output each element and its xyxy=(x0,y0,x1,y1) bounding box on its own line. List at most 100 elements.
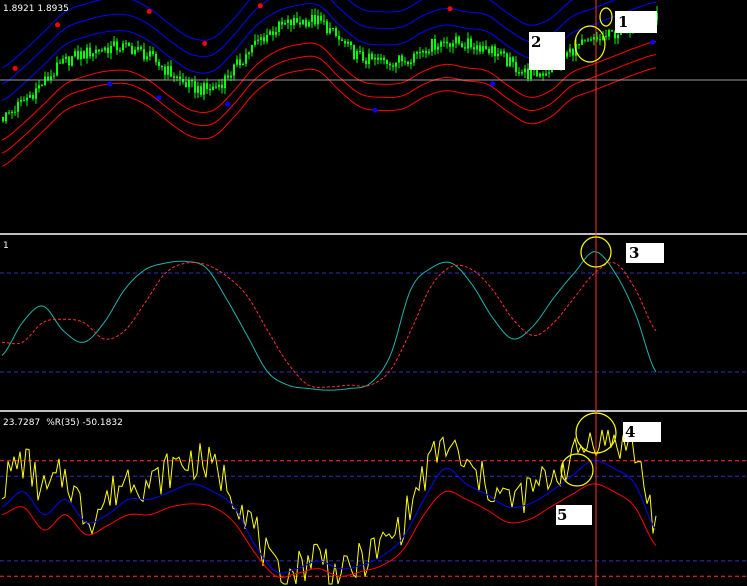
oscillator-label: 1 xyxy=(3,241,9,251)
candle-body xyxy=(569,48,571,53)
candle-body xyxy=(530,69,532,79)
candle-body xyxy=(227,75,229,78)
candle-body xyxy=(32,95,34,99)
candle-body xyxy=(524,68,526,73)
candle-body xyxy=(308,22,310,27)
candle-body xyxy=(272,31,274,35)
candle-body xyxy=(545,73,547,76)
annotation-1: 1 xyxy=(615,11,657,33)
candle-body xyxy=(590,39,592,41)
candle-body xyxy=(410,62,412,65)
signal-dot xyxy=(156,95,162,101)
candle-body xyxy=(38,85,40,89)
candle-body xyxy=(14,111,16,113)
candle-body xyxy=(464,47,466,49)
candle-body xyxy=(383,57,385,60)
candle-body xyxy=(581,39,583,45)
candle-body xyxy=(80,51,82,60)
candle-body xyxy=(203,83,205,95)
candle-body xyxy=(515,62,517,73)
candle-body xyxy=(377,57,379,60)
candle-body xyxy=(440,41,442,47)
candle-body xyxy=(503,51,505,54)
signal-dot xyxy=(490,81,495,87)
candle-body xyxy=(506,53,508,67)
candle-body xyxy=(260,37,262,40)
candle-body xyxy=(320,15,322,21)
candle-body xyxy=(539,73,541,77)
candle-body xyxy=(572,48,574,56)
candle-body xyxy=(365,60,367,64)
candle-body xyxy=(434,39,436,50)
candle-body xyxy=(617,34,619,39)
candle-body xyxy=(497,53,499,57)
candle-body xyxy=(56,62,58,76)
candle-body xyxy=(329,28,331,34)
candle-body xyxy=(275,31,277,35)
candle-body xyxy=(35,88,37,99)
candle-body xyxy=(431,39,433,52)
candle-body xyxy=(611,30,613,32)
chart-background xyxy=(0,0,747,586)
candle-body xyxy=(98,49,100,52)
candle-body xyxy=(8,112,10,114)
signal-dot xyxy=(107,81,113,87)
candle-body xyxy=(92,53,94,57)
candle-body xyxy=(53,75,55,77)
candle-body xyxy=(392,65,394,67)
candle-body xyxy=(29,95,31,98)
candle-body xyxy=(470,38,472,48)
candle-body xyxy=(161,66,163,67)
candle-body xyxy=(419,52,421,54)
candle-body xyxy=(179,76,181,79)
candle-body xyxy=(476,45,478,50)
candle-body xyxy=(197,86,199,93)
candle-body xyxy=(566,52,568,57)
signal-dot xyxy=(257,3,263,9)
candle-body xyxy=(119,50,121,52)
candle-body xyxy=(500,51,502,54)
candle-body xyxy=(368,53,370,65)
candle-body xyxy=(482,46,484,52)
candle-body xyxy=(332,28,334,29)
candle-body xyxy=(416,52,418,54)
candle-body xyxy=(149,51,151,57)
candle-body xyxy=(452,43,454,47)
candle-body xyxy=(458,36,460,44)
forex-chart: 1.8921 1.8935 1 23.7287 %R(35) -50.1832 1… xyxy=(0,0,747,586)
candle-body xyxy=(173,76,175,78)
candle-body xyxy=(248,52,250,55)
candle-body xyxy=(89,47,91,57)
candle-body xyxy=(254,40,256,45)
candle-body xyxy=(209,89,211,91)
candle-body xyxy=(362,51,364,61)
candle-body xyxy=(488,48,490,54)
candle-body xyxy=(548,72,550,74)
candle-body xyxy=(317,15,319,25)
candle-body xyxy=(449,43,451,47)
candle-body xyxy=(188,80,190,88)
candle-body xyxy=(257,39,259,41)
candle-body xyxy=(71,56,73,66)
candle-body xyxy=(41,85,43,87)
candle-body xyxy=(116,41,118,51)
candle-body xyxy=(5,112,7,122)
candle-body xyxy=(11,111,13,113)
candle-body xyxy=(605,36,607,38)
candle-body xyxy=(77,51,79,60)
candle-body xyxy=(389,63,391,66)
candle-body xyxy=(164,66,166,75)
candle-body xyxy=(86,47,88,59)
candle-body xyxy=(95,49,97,54)
candle-body xyxy=(485,46,487,49)
candle-body xyxy=(266,34,268,42)
candle-body xyxy=(281,21,283,25)
svg-text:2: 2 xyxy=(531,33,541,51)
candle-body xyxy=(269,31,271,35)
wpr-name: %R(35) -50.1832 xyxy=(46,418,123,428)
candle-body xyxy=(239,59,241,66)
candle-body xyxy=(113,41,115,46)
candle-body xyxy=(494,46,496,57)
candle-body xyxy=(83,51,85,59)
candle-body xyxy=(443,41,445,43)
